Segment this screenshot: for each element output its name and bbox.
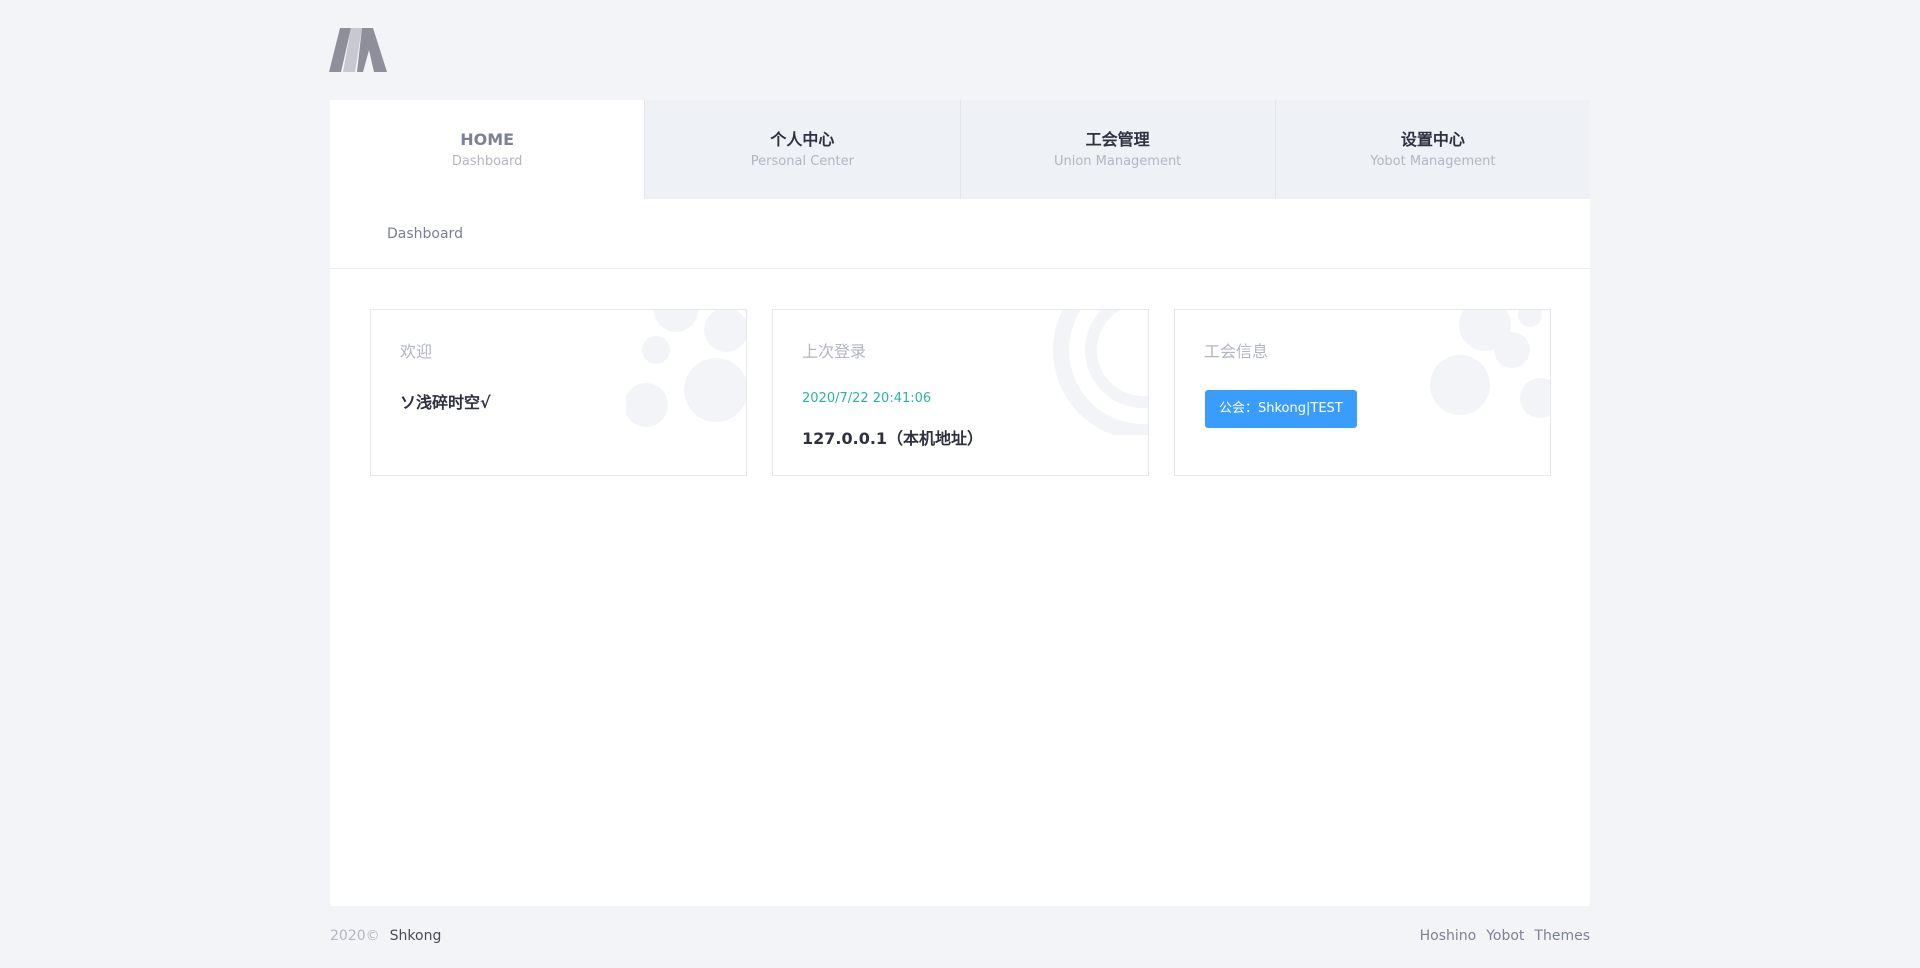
guild-info-card: 工会信息 公会：Shkong|TEST <box>1174 309 1551 476</box>
footer-link-yobot[interactable]: Yobot <box>1486 928 1524 944</box>
nav-tab-title: 设置中心 <box>1400 129 1465 149</box>
main-panel: HOME Dashboard 个人中心 Personal Center 工会管理… <box>330 100 1590 906</box>
guild-info-label: 工会信息 <box>1204 342 1269 361</box>
last-login-label: 上次登录 <box>802 342 867 361</box>
footer-links: Hoshino Yobot Themes <box>1420 928 1590 944</box>
last-login-card: 上次登录 2020/7/22 20:41:06 127.0.0.1（本机地址） <box>772 309 1149 476</box>
nav-tab-home[interactable]: HOME Dashboard <box>330 100 645 199</box>
nav-tab-subtitle: Personal Center <box>750 153 854 169</box>
bubble-decoration-icon <box>626 310 746 427</box>
footer-link-hoshino[interactable]: Hoshino <box>1420 928 1477 944</box>
nav-tab-union-management[interactable]: 工会管理 Union Management <box>959 100 1275 199</box>
ring-decoration-icon <box>1053 310 1148 435</box>
nav-tab-title: HOME <box>460 129 515 149</box>
user-name: ソ浅碎时空√ <box>400 393 491 412</box>
nav-tab-subtitle: Union Management <box>1053 153 1182 169</box>
nav-tab-subtitle: Yobot Management <box>1370 153 1496 169</box>
copyright-text: 2020© <box>330 928 380 944</box>
last-login-time: 2020/7/22 20:41:06 <box>802 391 932 406</box>
nav-tab-yobot-management[interactable]: 设置中心 Yobot Management <box>1274 100 1590 199</box>
bubble-decoration-icon <box>1430 310 1550 418</box>
sub-nav: Dashboard <box>330 199 1590 269</box>
footer-owner-link[interactable]: Shkong <box>390 928 442 944</box>
brand-logo-icon[interactable] <box>329 28 387 72</box>
footer-copyright: 2020© Shkong <box>330 928 441 944</box>
nav-tab-title: 工会管理 <box>1085 129 1150 149</box>
welcome-card: 欢迎 ソ浅碎时空√ <box>370 309 747 476</box>
top-nav: HOME Dashboard 个人中心 Personal Center 工会管理… <box>330 100 1590 199</box>
nav-tab-subtitle: Dashboard <box>451 153 523 169</box>
nav-tab-personal-center[interactable]: 个人中心 Personal Center <box>644 100 959 199</box>
footer-link-themes[interactable]: Themes <box>1534 928 1590 944</box>
nav-tab-title: 个人中心 <box>770 129 835 149</box>
last-login-ip: 127.0.0.1（本机地址） <box>802 429 984 448</box>
guild-badge-button[interactable]: 公会：Shkong|TEST <box>1205 390 1357 428</box>
subnav-dashboard-link[interactable]: Dashboard <box>387 226 463 242</box>
dashboard-cards: 欢迎 ソ浅碎时空√ 上次登录 2020/7/22 20:41:06 127.0.… <box>370 309 1551 476</box>
welcome-label: 欢迎 <box>400 342 433 361</box>
